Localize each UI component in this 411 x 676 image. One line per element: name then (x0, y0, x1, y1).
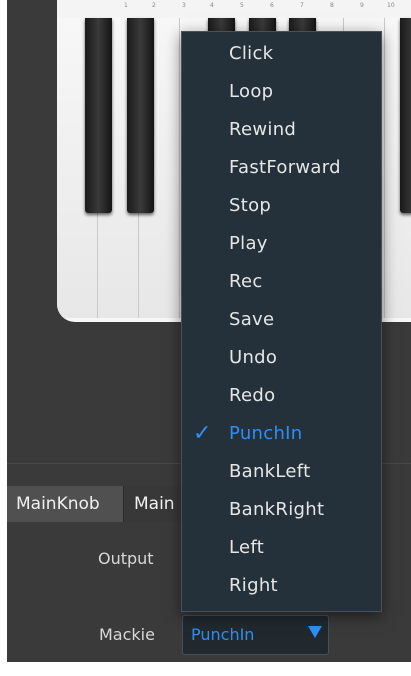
bottom-edge (0, 662, 411, 676)
menu-item-rec[interactable]: Rec (182, 263, 381, 301)
menu-item-punchin[interactable]: ✓ PunchIn (182, 415, 381, 453)
ruler-number: 10 (387, 2, 395, 9)
mackie-select-value: PunchIn (191, 625, 255, 644)
app-window: 1 2 3 4 5 6 7 8 9 10 MainKnob Main Outpu… (7, 0, 411, 676)
menu-item-save[interactable]: Save (182, 301, 381, 339)
menu-item-left[interactable]: Left (182, 529, 381, 567)
menu-item-stop[interactable]: Stop (182, 187, 381, 225)
ruler-number: 7 (300, 2, 304, 9)
menu-item-label: Undo (229, 347, 278, 368)
menu-item-label: Rewind (229, 119, 297, 140)
mackie-label: Mackie (99, 625, 155, 644)
output-label: Output (98, 549, 154, 568)
menu-item-redo[interactable]: Redo (182, 377, 381, 415)
menu-item-label: Stop (229, 195, 272, 216)
ruler-number: 3 (182, 2, 186, 9)
ruler-number: 4 (210, 2, 214, 9)
menu-item-label: PunchIn (229, 423, 303, 444)
mackie-dropdown-menu: Click Loop Rewind FastForward Stop Play … (181, 31, 382, 612)
tab-mainknob[interactable]: MainKnob (7, 486, 124, 522)
black-key[interactable] (85, 18, 112, 213)
ruler-number: 8 (330, 2, 334, 9)
ruler-number: 2 (152, 2, 156, 9)
black-key[interactable] (400, 18, 411, 213)
menu-item-label: Redo (229, 385, 276, 406)
menu-item-label: FastForward (229, 157, 341, 178)
ruler-number: 6 (270, 2, 274, 9)
menu-item-right[interactable]: Right (182, 567, 381, 605)
menu-item-loop[interactable]: Loop (182, 73, 381, 111)
menu-item-label: Left (229, 537, 265, 558)
menu-item-play[interactable]: Play (182, 225, 381, 263)
checkmark-icon: ✓ (193, 421, 212, 446)
mackie-select[interactable]: PunchIn (182, 615, 329, 655)
ruler-number: 9 (360, 2, 364, 9)
ruler-number: 5 (240, 2, 244, 9)
menu-item-bankleft[interactable]: BankLeft (182, 453, 381, 491)
keyboard-ruler: 1 2 3 4 5 6 7 8 9 10 (57, 0, 411, 18)
menu-item-click[interactable]: Click (182, 35, 381, 73)
black-key[interactable] (127, 18, 154, 213)
menu-item-label: BankRight (229, 499, 325, 520)
menu-item-undo[interactable]: Undo (182, 339, 381, 377)
menu-item-rewind[interactable]: Rewind (182, 111, 381, 149)
menu-item-fastforward[interactable]: FastForward (182, 149, 381, 187)
ruler-number: 1 (124, 2, 128, 9)
chevron-down-icon (308, 626, 322, 638)
menu-item-label: Play (229, 233, 268, 254)
menu-item-label: Loop (229, 81, 274, 102)
menu-item-label: Click (229, 43, 274, 64)
menu-item-label: BankLeft (229, 461, 311, 482)
menu-item-bankright[interactable]: BankRight (182, 491, 381, 529)
menu-item-label: Rec (229, 271, 263, 292)
menu-item-label: Right (229, 575, 278, 596)
menu-item-label: Save (229, 309, 275, 330)
